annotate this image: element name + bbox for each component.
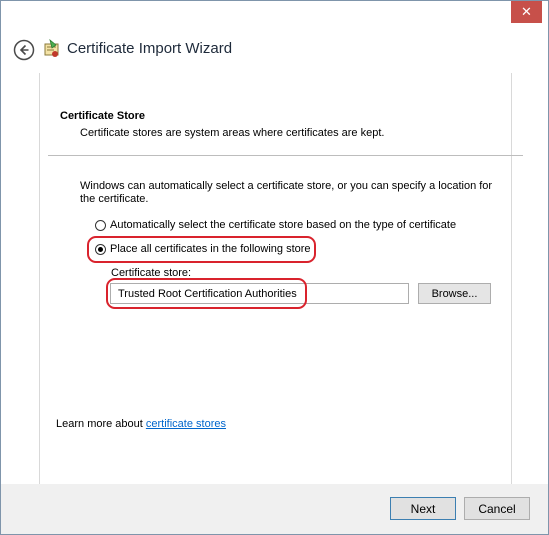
wizard-header: ✕ Certificate Import Wizard [1, 1, 548, 73]
section-description: Certificate stores are system areas wher… [80, 127, 385, 139]
section-title: Certificate Store [60, 110, 145, 122]
cancel-button[interactable]: Cancel [464, 497, 530, 520]
wizard-title: Certificate Import Wizard [67, 40, 233, 57]
wizard-content: Certificate Store Certificate stores are… [39, 73, 523, 485]
certificate-import-wizard-window: ✕ Certificate Import Wizard Certificate … [0, 0, 549, 535]
back-arrow-icon [13, 39, 35, 61]
close-button[interactable]: ✕ [511, 1, 542, 23]
wizard-footer: Next Cancel [1, 484, 548, 534]
back-button[interactable] [13, 39, 35, 61]
certificate-wizard-icon [43, 38, 61, 59]
radio-auto-select[interactable]: Automatically select the certificate sto… [95, 219, 456, 231]
annotation-highlight-radio [87, 236, 316, 263]
browse-button[interactable]: Browse... [418, 283, 491, 304]
radio-auto-label: Automatically select the certificate sto… [110, 219, 457, 231]
learn-more-text: Learn more about certificate stores [56, 418, 226, 430]
radio-auto-indicator[interactable] [95, 219, 106, 231]
certificate-stores-link[interactable]: certificate stores [146, 418, 226, 430]
learn-more-prefix: Learn more about [56, 418, 146, 430]
close-icon: ✕ [521, 4, 532, 20]
separator [48, 155, 523, 156]
intro-text: Windows can automatically select a certi… [80, 180, 493, 205]
next-button[interactable]: Next [390, 497, 456, 520]
annotation-highlight-store-field [106, 278, 307, 309]
